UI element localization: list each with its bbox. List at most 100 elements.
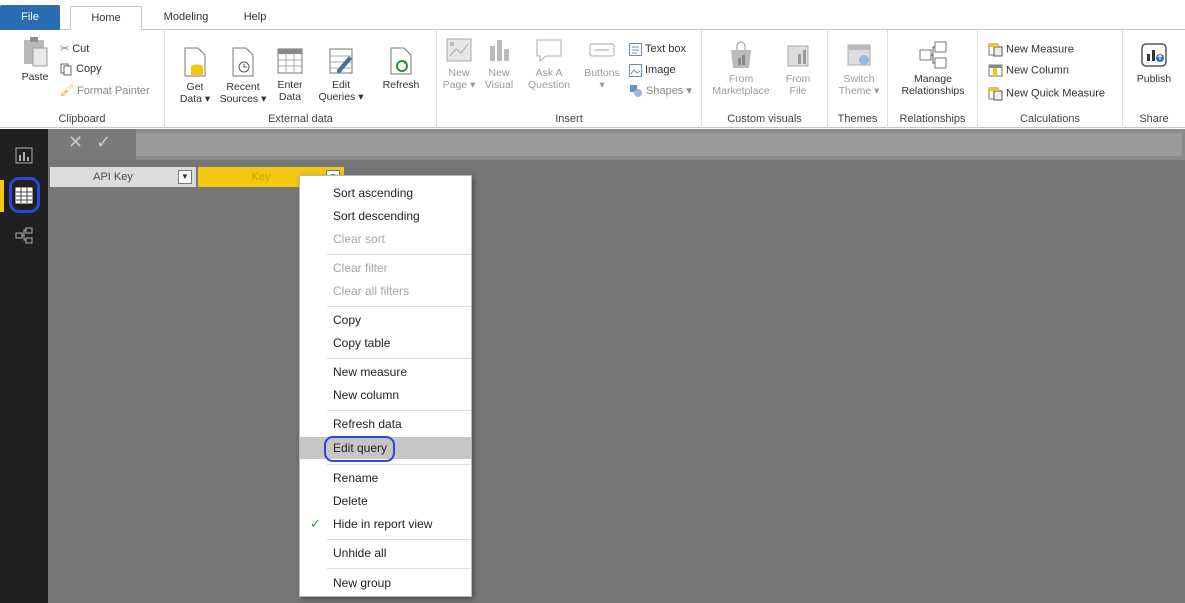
shapes-button[interactable]: Shapes ▾ — [629, 84, 692, 98]
data-view-highlight-ring — [9, 177, 40, 213]
new-measure-button[interactable]: New Measure — [988, 42, 1074, 57]
calculations-group-label: Calculations — [1020, 113, 1080, 125]
get-data-label-1: Get — [186, 81, 204, 93]
database-doc-icon — [184, 47, 206, 77]
themes-group-label: Themes — [837, 113, 878, 125]
table-icon — [277, 48, 303, 74]
ask-question-button[interactable]: Ask A Question — [523, 34, 575, 91]
new-visual-label-1: New — [488, 67, 510, 79]
relationships-group-label: Relationships — [899, 113, 966, 125]
formula-bar: ✕ ✓ — [48, 129, 1185, 160]
manage-relationships-button[interactable]: Manage Relationships — [892, 40, 974, 97]
from-marketplace-button[interactable]: From Marketplace — [708, 40, 774, 97]
menu-item-new-group[interactable]: New group — [300, 572, 471, 594]
report-view-icon — [15, 147, 33, 164]
cut-label: Cut — [72, 43, 90, 55]
tab-file[interactable]: File — [0, 5, 60, 30]
menu-item-hide-in-report-view[interactable]: ✓ Hide in report view — [300, 513, 471, 535]
menu-item-sort-descending[interactable]: Sort descending — [300, 205, 471, 227]
button-shape-icon — [589, 43, 615, 57]
menu-separator — [327, 358, 471, 359]
enter-data-button[interactable]: Enter Data — [271, 46, 309, 103]
chevron-down-icon[interactable]: ▼ — [178, 170, 192, 184]
new-quick-measure-button[interactable]: New Quick Measure — [988, 86, 1105, 101]
new-measure-label: New Measure — [1006, 43, 1074, 56]
menu-separator — [327, 410, 471, 411]
tab-modeling[interactable]: Modeling — [148, 6, 224, 30]
from-file-label-2: File — [789, 85, 807, 97]
format-painter-button[interactable]: 🖌 Format Painter — [60, 84, 150, 98]
paintbrush-icon: 🖌 — [60, 85, 74, 98]
menu-item-clear-all-filters[interactable]: Clear all filters — [300, 280, 471, 302]
paste-label: Paste — [21, 71, 49, 83]
tab-home[interactable]: Home — [70, 6, 142, 31]
ask-question-label-1: Ask A — [535, 67, 563, 79]
menu-item-rename[interactable]: Rename — [300, 467, 471, 489]
menu-item-unhide-all[interactable]: Unhide all — [300, 542, 471, 564]
menu-item-clear-filter[interactable]: Clear filter — [300, 257, 471, 279]
shapes-icon — [630, 85, 642, 98]
column-header-api-key[interactable]: API Key ▼ — [50, 167, 196, 187]
clipboard-group: Paste ✂ Cut Copy 🖌 Format Painter Clipboar… — [0, 30, 165, 128]
report-view-button[interactable] — [8, 139, 40, 171]
new-visual-button[interactable]: New Visual — [479, 34, 519, 91]
commit-formula-button[interactable]: ✓ — [96, 132, 111, 153]
text-box-label: Text box — [645, 43, 686, 55]
menu-item-clear-sort[interactable]: Clear sort — [300, 228, 471, 250]
new-column-button[interactable]: New Column — [988, 63, 1069, 78]
model-view-icon — [15, 227, 33, 244]
external-data-group: Get Data ▾ Recent Sources ▾ Enter Data E… — [165, 30, 437, 128]
ribbon: Paste ✂ Cut Copy 🖌 Format Painter Clipboar… — [0, 30, 1185, 128]
switch-theme-button[interactable]: Switch Theme ▾ — [836, 40, 882, 97]
menu-item-sort-ascending[interactable]: Sort ascending — [300, 182, 471, 204]
share-group-label: Share — [1139, 113, 1169, 125]
buttons-label-1: Buttons — [584, 67, 620, 79]
buttons-button[interactable]: Buttons ▾ — [579, 34, 625, 91]
column-header-label: API Key — [93, 171, 133, 183]
column-icon — [988, 64, 1003, 77]
menu-item-delete[interactable]: Delete — [300, 490, 471, 512]
menu-item-new-column[interactable]: New column — [300, 384, 471, 406]
new-page-icon — [446, 38, 472, 62]
manage-relationships-label-2: Relationships — [901, 85, 965, 97]
menu-separator — [327, 464, 471, 465]
relationships-group: Manage Relationships Relationships — [888, 30, 978, 128]
recent-sources-label-1: Recent — [226, 81, 260, 93]
from-file-button[interactable]: From File — [778, 40, 818, 97]
cancel-formula-button[interactable]: ✕ — [68, 132, 83, 153]
relationships-icon — [919, 41, 947, 69]
copy-button[interactable]: Copy — [60, 62, 102, 76]
image-button[interactable]: Image — [629, 63, 676, 77]
paste-button[interactable]: Paste — [18, 34, 52, 83]
menu-item-copy-table[interactable]: Copy table — [300, 332, 471, 354]
new-page-label-1: New — [448, 67, 470, 79]
publish-button[interactable]: Publish — [1129, 40, 1179, 85]
image-label: Image — [645, 64, 676, 76]
menu-item-new-measure[interactable]: New measure — [300, 361, 471, 383]
theme-icon — [847, 44, 871, 66]
menu-separator — [327, 539, 471, 540]
new-column-label: New Column — [1006, 64, 1069, 77]
menu-item-refresh-data[interactable]: Refresh data — [300, 413, 471, 435]
formula-input[interactable] — [136, 133, 1182, 156]
edit-queries-button[interactable]: Edit Queries ▾ — [313, 46, 369, 103]
new-page-label-2: Page ▾ — [442, 79, 476, 91]
refresh-button[interactable]: Refresh — [377, 46, 425, 91]
model-view-button[interactable] — [8, 219, 40, 251]
switch-theme-label-1: Switch — [843, 73, 875, 85]
get-data-label-2: Data ▾ — [179, 93, 211, 105]
menu-separator — [327, 568, 471, 569]
cut-button[interactable]: ✂ Cut — [60, 42, 89, 56]
active-view-indicator — [0, 180, 4, 212]
menu-item-copy[interactable]: Copy — [300, 309, 471, 331]
recent-sources-button[interactable]: Recent Sources ▾ — [217, 46, 269, 105]
new-page-button[interactable]: New Page ▾ — [441, 34, 477, 91]
tab-help[interactable]: Help — [228, 6, 282, 30]
get-data-button[interactable]: Get Data ▾ — [175, 46, 215, 105]
text-box-button[interactable]: Text box — [629, 42, 686, 56]
new-visual-label-2: Visual — [484, 79, 514, 91]
from-marketplace-label-2: Marketplace — [712, 85, 770, 97]
from-file-label-1: From — [785, 73, 811, 85]
column-context-menu: Sort ascending Sort descending Clear sor… — [299, 175, 472, 597]
copy-icon — [60, 63, 72, 76]
